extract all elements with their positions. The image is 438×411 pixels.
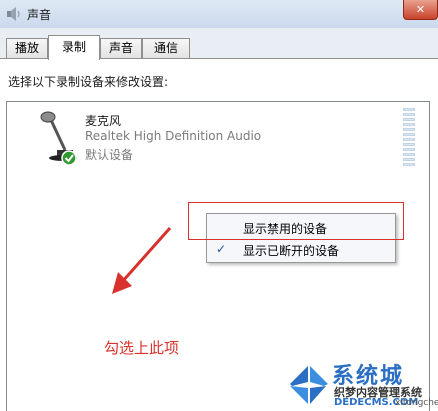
close-icon: ✕	[415, 3, 426, 16]
window-title: 声音	[27, 8, 52, 22]
annotation-highlight-box	[188, 202, 404, 240]
windows-logo-icon	[290, 366, 328, 404]
annotation-text: 勾选上此项	[104, 339, 180, 357]
tab-recording[interactable]: 录制	[48, 35, 100, 60]
device-description: Realtek High Definition Audio	[85, 129, 262, 143]
check-icon: ✓	[216, 242, 227, 256]
level-meter	[403, 108, 417, 168]
title-bar: 声音 ✕	[0, 0, 438, 28]
tab-playback[interactable]: 播放	[6, 38, 48, 58]
device-name: 麦克风	[85, 114, 122, 128]
close-button[interactable]: ✕	[403, 0, 438, 20]
instruction-text: 选择以下录制设备来修改设置:	[8, 75, 169, 89]
sound-dialog: 声音 ✕ 播放 录制 声音 通信 选择以下录制设备来修改设置: 麦克风 Real…	[0, 0, 438, 411]
tab-sounds[interactable]: 声音	[100, 38, 142, 58]
tab-communications[interactable]: 通信	[142, 38, 190, 58]
device-status: 默认设备	[85, 148, 134, 162]
watermark-subdomain: xitongcheng.com	[395, 398, 438, 408]
menu-item-show-disconnected[interactable]: ✓ 显示已断开的设备	[207, 238, 395, 260]
arrow-icon	[112, 227, 172, 294]
microphone-icon	[40, 111, 77, 166]
speaker-icon	[7, 7, 20, 21]
